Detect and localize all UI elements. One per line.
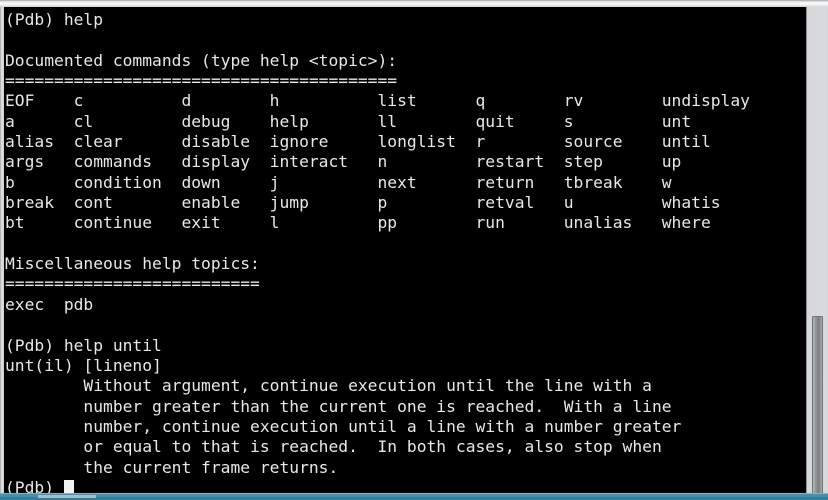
terminal-screen[interactable]: (Pdb) help Documented commands (type hel…	[4, 7, 806, 494]
terminal-line: EOF c d h list q rv undisplay	[5, 91, 750, 111]
prompt-label: (Pdb)	[5, 477, 64, 494]
terminal-line: Miscellaneous help topics:	[5, 254, 260, 274]
terminal-window: (Pdb) help Documented commands (type hel…	[0, 0, 828, 500]
text-cursor	[63, 479, 74, 494]
vertical-scrollbar[interactable]	[809, 8, 826, 498]
terminal-line: Documented commands (type help <topic>):	[5, 50, 398, 70]
terminal-line: number, continue execution until a line …	[5, 416, 682, 436]
terminal-line: ==========================	[5, 274, 260, 294]
window-bottom-marker	[38, 495, 96, 498]
terminal-line: b condition down j next return tbreak w	[5, 172, 672, 192]
terminal-line: bt continue exit l pp run unalias where	[5, 213, 711, 233]
terminal-line: break cont enable jump p retval u whatis	[5, 193, 721, 213]
terminal-line: exec pdb	[5, 294, 94, 314]
terminal-line: Without argument, continue execution unt…	[5, 376, 652, 396]
terminal-line: ========================================	[5, 71, 398, 91]
terminal-line: a cl debug help ll quit s unt	[5, 111, 692, 131]
terminal-line: (Pdb) help until	[5, 335, 162, 355]
terminal-line: or equal to that is reached. In both cas…	[5, 437, 662, 457]
window-bottom-border	[0, 493, 828, 500]
terminal-text: (Pdb) help Documented commands (type hel…	[4, 7, 806, 494]
terminal-line: (Pdb) help	[5, 10, 104, 29]
terminal-line: alias clear disable ignore longlist r so…	[5, 132, 711, 152]
terminal-line: number greater than the current one is r…	[5, 396, 672, 416]
terminal-line: args commands display interact n restart…	[5, 152, 682, 172]
window-top-border	[0, 0, 828, 7]
terminal-line: unt(il) [lineno]	[5, 355, 162, 375]
terminal-line: the current frame returns.	[5, 457, 339, 477]
scrollbar-thumb[interactable]	[812, 316, 823, 498]
terminal-prompt-line: (Pdb)	[5, 478, 806, 494]
